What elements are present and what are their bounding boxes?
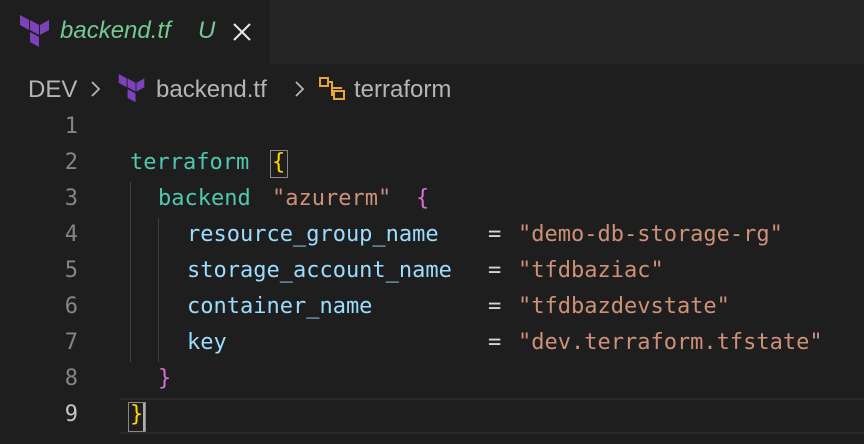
code-line-5: 5 storage_account_name = "tfdbaziac": [0, 254, 864, 290]
line-number: 5: [64, 258, 78, 283]
breadcrumb-symbol[interactable]: terraform: [354, 76, 451, 104]
string-value: "tfdbazdevstate": [518, 294, 730, 319]
attribute-name: resource_group_name: [187, 222, 466, 247]
line-number: 9: [64, 402, 78, 427]
tab-status-badge: U: [198, 17, 216, 44]
code-line-3: 3 backend "azurerm" {: [0, 182, 864, 218]
text-cursor: [143, 403, 145, 431]
line-number: 1: [64, 114, 78, 139]
open-brace: {: [416, 186, 430, 211]
line-number: 4: [64, 222, 78, 247]
breadcrumb-file[interactable]: backend.tf: [156, 76, 267, 104]
code-line-6: 6 container_name = "tfdbazdevstate": [0, 290, 864, 326]
line-number: 7: [64, 330, 78, 355]
block-keyword: terraform: [130, 150, 250, 175]
block-keyword: backend: [158, 186, 251, 211]
terraform-icon: [20, 15, 49, 47]
tab-title: backend.tf: [60, 17, 171, 44]
tab-backend-tf[interactable]: backend.tf U: [0, 0, 270, 64]
attribute-name: container_name: [187, 294, 466, 319]
block-label: "azurerm": [272, 186, 392, 211]
assign-operator: =: [488, 222, 515, 247]
code-line-2: 2 terraform {: [0, 146, 864, 182]
code-editor[interactable]: 1 2 terraform { 3 backend "azurerm" { 4 …: [0, 110, 864, 444]
assign-operator: =: [488, 294, 515, 319]
line-number: 2: [64, 150, 78, 175]
close-icon[interactable]: [230, 20, 254, 44]
attribute-name: storage_account_name: [187, 258, 466, 283]
assign-operator: =: [488, 258, 515, 283]
chevron-right-icon: [295, 81, 305, 97]
breadcrumb-root[interactable]: DEV: [28, 76, 77, 104]
line-number: 6: [64, 294, 78, 319]
breadcrumb: DEV backend.tf terraform: [0, 64, 864, 114]
attribute-name: key: [187, 330, 466, 355]
close-brace: }: [158, 366, 172, 391]
code-line-1: 1: [0, 110, 864, 146]
chevron-right-icon: [91, 81, 101, 97]
bracket-match-highlight: [270, 150, 288, 178]
string-value: "demo-db-storage-rg": [518, 222, 783, 247]
symbol-structure-icon: [319, 77, 345, 100]
terraform-icon: [118, 74, 145, 103]
code-line-8: 8 }: [0, 362, 864, 398]
line-number: 8: [64, 366, 78, 391]
tab-bar: backend.tf U: [0, 0, 864, 64]
code-line-7: 7 key = "dev.terraform.tfstate": [0, 326, 864, 362]
string-value: "tfdbaziac": [518, 258, 664, 283]
line-number: 3: [64, 186, 78, 211]
code-line-4: 4 resource_group_name = "demo-db-storage…: [0, 218, 864, 254]
string-value: "dev.terraform.tfstate": [518, 330, 823, 355]
assign-operator: =: [488, 330, 515, 355]
